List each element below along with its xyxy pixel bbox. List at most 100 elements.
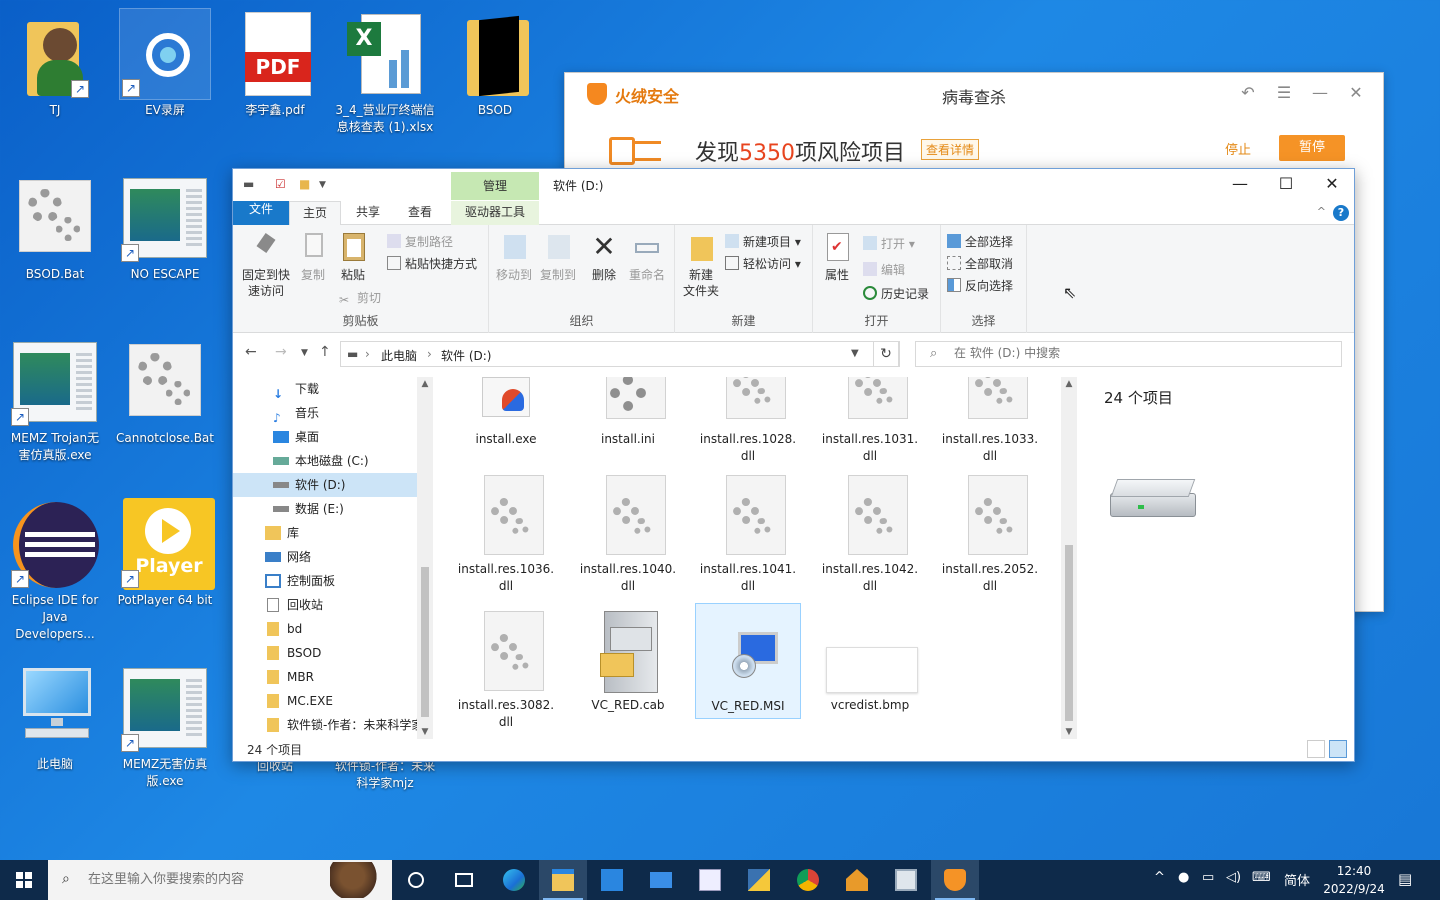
notification-icon[interactable]: ▤ — [1398, 870, 1412, 888]
new-folder-quick-icon[interactable]: ■ — [299, 177, 310, 191]
paste-shortcut-button[interactable]: 粘贴快捷方式 — [387, 255, 477, 272]
network-tray-icon[interactable]: ▭ — [1202, 870, 1214, 885]
files-scrollbar[interactable]: ▲ ▼ — [1061, 377, 1077, 739]
taskbar-huorong[interactable] — [931, 860, 979, 900]
tab-file[interactable]: 文件 — [233, 201, 289, 225]
file-item[interactable]: install.res.1041. dll — [695, 473, 801, 595]
taskbar-app-home[interactable] — [833, 860, 881, 900]
tab-manage-context[interactable]: 管理 — [451, 172, 539, 200]
select-none-button[interactable]: 全部取消 — [947, 255, 1013, 272]
up-arrow-icon[interactable]: ↑ — [319, 344, 331, 360]
taskbar-app-window[interactable] — [882, 860, 930, 900]
desktop-icon-memz-trojan[interactable]: ↗ MEMZ Trojan无害仿真版.exe — [5, 336, 105, 464]
rename-button[interactable]: 重命名 — [625, 231, 669, 283]
nav-item-software-lock[interactable]: 软件锁-作者：未来科学家mjz — [233, 713, 417, 737]
minimize-button[interactable]: — — [1217, 173, 1263, 197]
new-folder-button[interactable]: 新建 文件夹 — [679, 231, 723, 299]
tab-home[interactable]: 主页 — [289, 201, 341, 226]
start-button[interactable] — [0, 860, 48, 900]
nav-item-network[interactable]: 网络 — [233, 545, 417, 569]
file-item[interactable]: install.res.1028. dll — [695, 377, 801, 465]
desktop-icon-bsod-bat[interactable]: BSOD.Bat — [5, 172, 105, 283]
desktop-icon-xlsx[interactable]: X 3_4_营业厅终端信息核查表 (1).xlsx — [335, 8, 435, 136]
av-minimize-button[interactable]: — — [1309, 83, 1331, 102]
task-view-button[interactable] — [440, 860, 488, 900]
desktop-icon-pdf[interactable]: PDF 李宇鑫.pdf — [225, 8, 325, 119]
properties-quick-icon[interactable]: ☑ — [275, 177, 286, 191]
taskbar-app-python[interactable] — [735, 860, 783, 900]
desktop-icon-potplayer[interactable]: Player ↗ PotPlayer 64 bit — [115, 498, 215, 609]
file-item[interactable]: install.res.1040. dll — [575, 473, 681, 595]
address-dropdown-icon[interactable]: ▼ — [851, 348, 859, 359]
taskbar-store[interactable] — [588, 860, 636, 900]
volume-icon[interactable]: ◁) — [1226, 870, 1241, 885]
file-item[interactable]: install.ini — [575, 377, 681, 448]
taskbar-search[interactable]: ⌕ — [48, 860, 392, 900]
nav-item-mc-exe[interactable]: MC.EXE — [233, 689, 417, 713]
maximize-button[interactable]: ☐ — [1263, 173, 1309, 197]
search-input[interactable] — [954, 346, 1314, 360]
pin-quick-access-button[interactable]: 固定到快 速访问 — [239, 231, 293, 299]
recent-locations-icon[interactable]: ▼ — [301, 348, 308, 358]
ime-indicator[interactable]: 简体 — [1284, 870, 1310, 889]
scroll-down-icon[interactable]: ▼ — [417, 727, 433, 737]
search-box[interactable]: ⌕ — [915, 341, 1342, 367]
tab-view[interactable]: 查看 — [395, 201, 445, 225]
nav-item-music[interactable]: ♪ 音乐 — [233, 401, 417, 425]
nav-item-drive-e[interactable]: 数据 (E:) — [233, 497, 417, 521]
file-item-selected[interactable]: VC_RED.MSI — [695, 603, 801, 719]
details-view-icon[interactable] — [1307, 740, 1325, 758]
microphone-icon[interactable]: ● — [1178, 870, 1189, 885]
taskbar-file-explorer[interactable] — [539, 860, 587, 900]
nav-item-downloads[interactable]: ↓ 下载 — [233, 377, 417, 401]
desktop-icon-tj[interactable]: ↗ TJ — [5, 8, 105, 119]
nav-item-recycle-bin[interactable]: 回收站 — [233, 593, 417, 617]
open-button[interactable]: 打开 ▾ — [863, 235, 915, 252]
file-item[interactable]: install.exe — [453, 377, 559, 448]
cut-button[interactable]: ✂ 剪切 — [339, 289, 381, 307]
nav-item-libraries[interactable]: 库 — [233, 521, 417, 545]
desktop-icon-eclipse[interactable]: ↗ Eclipse IDE for Java Developers... — [5, 498, 105, 643]
close-button[interactable]: ✕ — [1309, 173, 1355, 197]
edit-button[interactable]: 编辑 — [863, 261, 905, 278]
properties-button[interactable]: ✔ 属性 — [817, 231, 857, 283]
file-item[interactable]: vcredist.bmp — [817, 609, 923, 714]
taskbar-app-docs[interactable] — [686, 860, 734, 900]
address-bar[interactable]: ▬ › 此电脑 › 软件 (D:) ▼ — [340, 341, 900, 367]
refresh-button[interactable]: ↻ — [873, 341, 899, 367]
nav-scroll-thumb[interactable] — [421, 567, 429, 717]
copy-path-button[interactable]: 复制路径 — [387, 233, 453, 250]
file-item[interactable]: VC_RED.cab — [575, 609, 681, 714]
desktop-icon-this-pc[interactable]: 此电脑 — [5, 662, 105, 773]
forward-arrow-icon[interactable]: → — [275, 344, 287, 360]
desktop-icon-ev[interactable]: ↗ EV录屏 — [115, 8, 215, 119]
taskbar-edge[interactable] — [490, 860, 538, 900]
clock[interactable]: 12:40 2022/9/24 — [1312, 862, 1396, 898]
large-icons-view-icon[interactable] — [1329, 740, 1347, 758]
breadcrumb-drive[interactable]: 软件 (D:) — [441, 347, 491, 364]
invert-selection-button[interactable]: 反向选择 — [947, 277, 1013, 294]
desktop-icon-memz[interactable]: ↗ MEMZ无害仿真版.exe — [115, 662, 215, 790]
menu-icon[interactable]: ☰ — [1273, 83, 1295, 102]
nav-item-drive-d[interactable]: 软件 (D:) — [233, 473, 417, 497]
stop-button[interactable]: 停止 — [1225, 139, 1251, 158]
nav-scrollbar[interactable]: ▲ ▼ — [417, 377, 433, 739]
scroll-up-icon[interactable]: ▲ — [417, 379, 433, 389]
desktop-icon-bsod-folder[interactable]: BSOD — [445, 8, 545, 119]
file-item[interactable]: install.res.1031. dll — [817, 377, 923, 465]
easy-access-button[interactable]: 轻松访问 ▾ — [725, 255, 801, 272]
desktop-icon-no-escape[interactable]: ↗ NO ESCAPE — [115, 172, 215, 283]
breadcrumb-this-pc[interactable]: 此电脑 — [381, 347, 417, 364]
taskbar-chrome[interactable] — [784, 860, 832, 900]
tab-drive-tools[interactable]: 驱动器工具 — [451, 201, 539, 225]
nav-item-mbr[interactable]: MBR — [233, 665, 417, 689]
history-button[interactable]: 历史记录 — [863, 285, 929, 302]
back-icon[interactable]: ↶ — [1237, 83, 1259, 102]
help-icon[interactable]: ? — [1333, 205, 1349, 221]
file-item[interactable]: install.res.3082. dll — [453, 609, 559, 731]
av-close-button[interactable]: ✕ — [1345, 83, 1367, 102]
back-arrow-icon[interactable]: ← — [245, 344, 257, 360]
file-item[interactable]: install.res.1042. dll — [817, 473, 923, 595]
tray-chevron-up-icon[interactable]: ^ — [1154, 870, 1165, 885]
copy-button[interactable]: 复制 — [295, 231, 331, 283]
